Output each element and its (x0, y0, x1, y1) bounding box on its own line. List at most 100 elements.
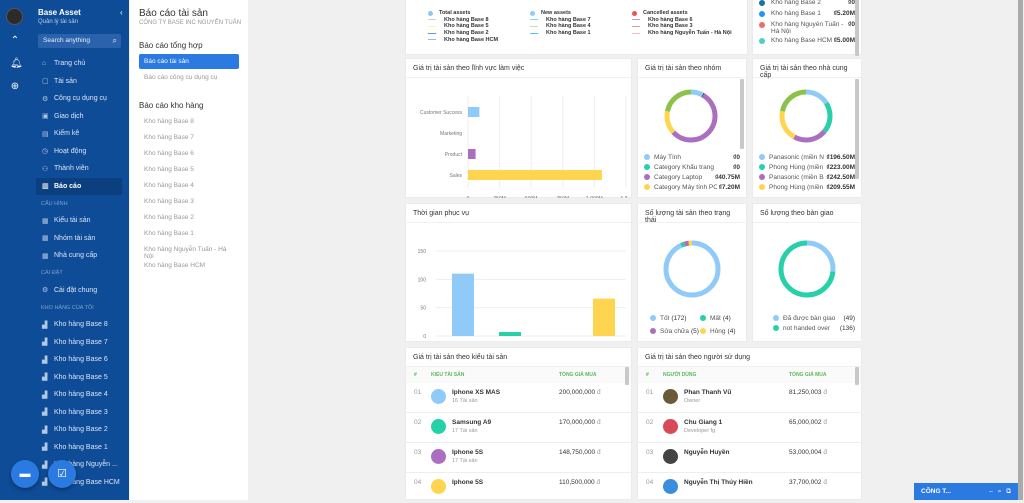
sidebar-item-warehouses[interactable]: ▟ Kho hàng Base 7 (36, 334, 122, 352)
status-donut-chart (663, 240, 721, 298)
bar-sales (468, 170, 602, 180)
sidebar-item-warehouses[interactable]: ▟ Kho hàng Base 2 (36, 421, 122, 439)
legend-item[interactable]: Tốt (172) (650, 313, 700, 323)
legend-item[interactable]: Panasonic (miền Bắc)₫242.50M (753, 172, 861, 182)
table-row[interactable]: 03 Nguyễn Huyền 53,000,004 đ (638, 443, 861, 473)
legend-item[interactable]: Cancelled assets (632, 10, 688, 16)
warehouse-report-item[interactable]: Kho hàng Base 3 (139, 194, 239, 209)
warehouse-report-item[interactable]: Kho hàng Base 7 (139, 130, 239, 145)
sidebar-item-6[interactable]: ⚇ Thành viên (36, 160, 122, 178)
sidebar-item-warehouses[interactable]: ▟ Kho hàng Base 1 (36, 439, 122, 457)
column-header[interactable]: NGƯỜI DÙNG (663, 372, 789, 378)
legend-item[interactable]: Kho hàng Base 1 ₫5.20M (753, 10, 861, 21)
sidebar-item-7[interactable]: ▥ Báo cáo (36, 177, 122, 195)
warehouse-report-item[interactable]: Kho hàng Base 6 (139, 146, 239, 161)
sidebar-item-1[interactable]: ▢ Tài sản (36, 73, 122, 91)
sidebar-item-4[interactable]: ▤ Kiểm kê (36, 125, 122, 143)
legend-item[interactable]: Đã được bàn giao (49) (767, 313, 861, 323)
legend-item[interactable]: Kho hàng Base 3 (632, 23, 693, 29)
legend-item[interactable]: Category Máy tính PC ₫7.20M (638, 182, 746, 192)
sidebar-item-0[interactable]: ⌂ Trang chủ (36, 55, 122, 73)
legend-item[interactable]: Kho hàng Base HCM ₫5.00M (753, 37, 861, 48)
legend-item[interactable]: Hỏng (4) (700, 326, 740, 336)
row-item: Samsung A9 17 Tài sản (431, 419, 559, 434)
table-row[interactable]: 04 Nguyễn Thị Thúy Hiền 37,700,002 đ (638, 473, 861, 503)
bell-icon[interactable]: 🔔︎ (10, 59, 23, 69)
legend-item[interactable]: Kho hàng Nguyễn Tuấn - Hà Nội (632, 30, 732, 36)
sidebar-item-3[interactable]: ▣ Giao dịch (36, 108, 122, 126)
legend-item[interactable]: Phong Hùng (miền Bắc)₫209.55M (753, 182, 861, 192)
legend-item[interactable]: Phong Hùng (miền Nam)₫223.00M (753, 162, 861, 172)
column-header[interactable]: # (406, 372, 431, 378)
table-row[interactable]: 03 Iphone 5S 17 Tài sản 148,750,000 đ (406, 443, 631, 473)
legend-item[interactable]: Kho hàng Base HCM (428, 37, 498, 43)
legend-item[interactable]: not handed over (136) (767, 323, 861, 333)
chat-bar[interactable]: CÔNG T... – ⌕ ⧉ (914, 483, 1018, 500)
task-button[interactable]: ☑ (48, 460, 76, 488)
sidebar-item-warehouses[interactable]: ▟ Kho hàng Base 5 (36, 369, 122, 387)
sidebar-item-warehouses[interactable]: ▟ Kho hàng Base 6 (36, 351, 122, 369)
legend-item[interactable]: Kho hàng Base 7 (530, 17, 591, 23)
legend-dot (773, 325, 779, 331)
legend-item[interactable]: New assets (530, 10, 571, 16)
legend-item[interactable]: Category Khẩu trang ₫0 (638, 162, 746, 172)
legend-item[interactable]: Kho hàng Nguyễn Tuấn - Hà Nội ₫0 (753, 21, 861, 37)
legend-item[interactable]: Kho hàng Base 5 (428, 23, 489, 29)
avatar[interactable] (6, 8, 23, 25)
chat-button[interactable]: ▬ (11, 460, 39, 488)
legend-item[interactable]: Panasonic (miền Nam)₫196.50M (753, 152, 861, 162)
column-header[interactable]: TỔNG GIÁ MUA (789, 372, 861, 378)
table-row[interactable]: 01 Iphone XS MAS 16 Tài sản 200,000,000 đ (406, 383, 631, 413)
column-header[interactable]: # (638, 372, 663, 378)
table-row[interactable]: 02 Samsung A9 17 Tài sản 170,000,000 đ (406, 413, 631, 443)
warehouse-report-item[interactable]: Kho hàng Base 5 (139, 162, 239, 177)
legend-item[interactable]: Kho hàng Base 6 (632, 17, 693, 23)
legend-marker (530, 25, 538, 27)
search-icon[interactable]: ⌕ (998, 488, 1002, 495)
expand-icon[interactable]: ⧉ (1006, 488, 1011, 495)
sidebar-item-warehouses[interactable]: ▟ Kho hàng Base 4 (36, 386, 122, 404)
minimize-icon[interactable]: – (989, 488, 993, 495)
report-item-tools[interactable]: Báo cáo công cụ dụng cụ (139, 70, 239, 85)
report-item-assets[interactable]: Báo cáo tài sản (139, 54, 239, 69)
warehouse-report-item[interactable]: Kho hàng Base HCM (139, 258, 239, 273)
asset-type-icon (431, 389, 446, 404)
sidebar-item-settings_items[interactable]: ⚙ Cài đặt chung (36, 282, 122, 300)
sidebar-item-config_items[interactable]: ▦ Kiểu tài sản (36, 212, 122, 230)
sidebar-item-warehouses[interactable]: ▟ Kho hàng Base 3 (36, 404, 122, 422)
sidebar-item-config_items[interactable]: ▦ Nhà cung cấp (36, 247, 122, 265)
table-scrollbar[interactable] (625, 367, 629, 385)
warehouse-report-item[interactable]: Kho hàng Base 1 (139, 226, 239, 241)
legend-item[interactable]: Kho hàng Base 2 ₫0 (753, 0, 861, 10)
legend-item[interactable]: Sửa chữa (5) (650, 326, 700, 336)
warehouse-report-item[interactable]: Kho hàng Base 4 (139, 178, 239, 193)
column-header[interactable]: KIỂU TÀI SẢN (431, 372, 559, 378)
table-scrollbar[interactable] (855, 367, 859, 385)
asset-type-icon (431, 419, 446, 434)
collapse-icon[interactable]: ‹ (120, 8, 123, 17)
legend-item[interactable]: Kho hàng Base 4 (530, 23, 591, 29)
warehouse-report-item[interactable]: Kho hàng Nguyễn Tuấn - Hà Nội (139, 242, 239, 260)
table-row[interactable]: 02 Chu Giang 1 Developer fg 65,000,002 đ (638, 413, 861, 443)
column-header[interactable]: TỔNG GIÁ MUA (559, 372, 631, 378)
legend-item[interactable]: Category Laptop ₫40.75M (638, 172, 746, 182)
chevron-up-icon[interactable]: ⌃ (10, 36, 20, 46)
sidebar-item-warehouses[interactable]: ▟ Kho hàng Base 8 (36, 316, 122, 334)
search-input[interactable]: Search anything ⌕ (38, 34, 121, 48)
warehouse-report-item[interactable]: Kho hàng Base 2 (139, 210, 239, 225)
legend-item[interactable]: Máy Tính ₫0 (638, 152, 746, 162)
page-scrollbar[interactable] (1018, 0, 1023, 500)
legend-item[interactable]: Kho hàng Base 8 (428, 17, 489, 23)
legend-item[interactable]: Total assets (428, 10, 470, 16)
sidebar-item-5[interactable]: ◷ Hoạt động (36, 143, 122, 161)
legend-item[interactable]: Mất (4) (700, 313, 740, 323)
warehouse-report-item[interactable]: Kho hàng Base 8 (139, 114, 239, 129)
legend-label: Category Laptop (654, 173, 703, 181)
sidebar-item-config_items[interactable]: ▦ Nhóm tài sản (36, 230, 122, 248)
sidebar-item-2[interactable]: ⚙ Công cụ dụng cụ (36, 90, 122, 108)
legend-item[interactable]: Kho hàng Base 1 (530, 30, 591, 36)
plus-icon[interactable]: ⊕ (10, 82, 20, 92)
legend-item[interactable]: Kho hàng Base 2 (428, 30, 489, 36)
table-row[interactable]: 04 Iphone 5S 110,500,000 đ (406, 473, 631, 503)
table-row[interactable]: 01 Phan Thanh Vũ Owner 81,250,003 đ (638, 383, 861, 413)
